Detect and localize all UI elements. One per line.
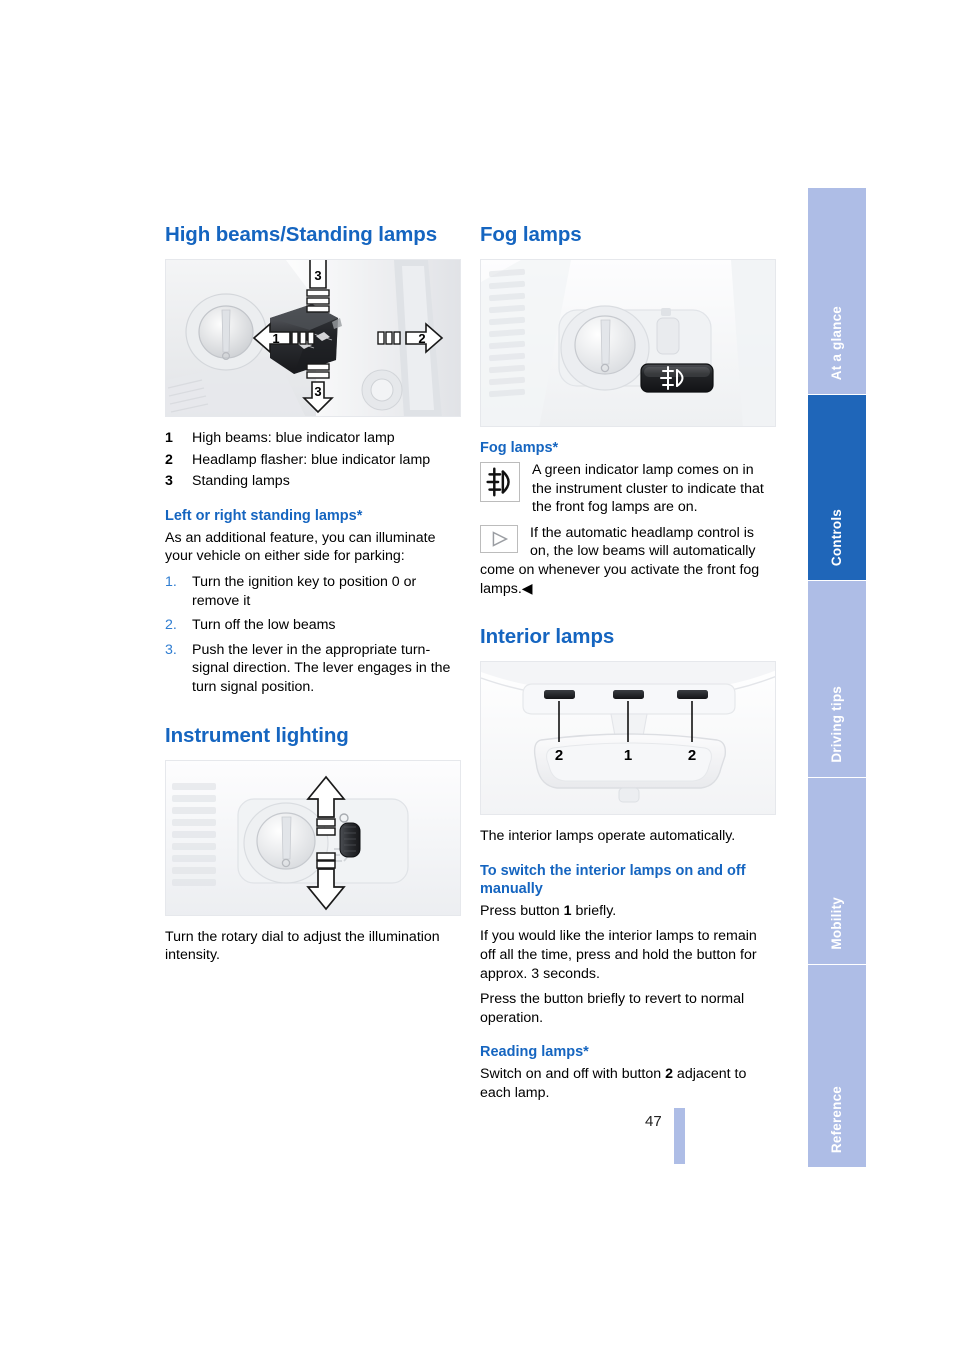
subheading-left-or-right-standing-lamps: Left or right standing lamps* [165,507,363,524]
step-number: 3. [165,641,177,658]
overhead-console-interior-lamps-illustration: 2 1 2 [481,662,775,815]
press-button-1-a: Press button [480,902,564,919]
page-number-bar [674,1108,685,1164]
callout-1-center: 1 [624,747,632,764]
step-item: 1. Turn the ignition key to position 0 o… [165,573,461,610]
step-number: 2. [165,617,177,634]
subheading-reading-lamps: Reading lamps* [480,1044,589,1061]
automatic-headlamp-tip-lead: If the automatic headlamp control is on,… [530,524,756,560]
tab-reference[interactable]: Reference [808,965,866,1167]
key-text: High beams: blue indicator lamp [192,430,395,446]
press-button-1-instruction: Press button 1 briefly. [480,902,776,921]
key-number: 3 [165,473,173,490]
tip-end-marker: ◀ [521,580,533,597]
fog-lamp-button [640,363,714,393]
tab-mobility-label: Mobility [829,897,844,950]
callout-2-right: 2 [688,747,696,764]
key-list-item: 3 Standing lamps [165,472,461,491]
step-text: Push the lever in the appropriate turn-s… [192,641,451,695]
automatic-headlamp-tip-rest: come on whenever you activate the front … [480,561,776,598]
key-number: 2 [165,451,173,468]
tab-at-a-glance-label: At a glance [829,305,844,380]
triangle-play-icon [480,524,518,553]
svg-text:3: 3 [314,384,321,399]
key-text: Standing lamps [192,473,290,490]
page-number: 47 [645,1113,662,1130]
section-heading-high-beams: High beams/Standing lamps [165,223,438,246]
tab-driving-tips[interactable]: Driving tips [808,581,866,777]
instrument-lighting-caption: Turn the rotary dial to adjust the illum… [165,928,440,964]
interior-lamps-intro: The interior lamps operate automatically… [480,828,736,845]
instrument-lighting-rotary-dial-illustration [166,760,460,915]
right-column: Fog lamps Fog lamps* A green indicator l… [480,222,776,1103]
tab-mobility[interactable]: Mobility [808,778,866,964]
key-number: 1 [165,430,173,446]
step-item: 2. Turn off the low beams [165,616,461,635]
step-text: Turn the ignition key to position 0 or r… [192,573,417,609]
steering-column-stalk-illustration: 3 3 1 2 [166,260,460,416]
section-heading-fog-lamps: Fog lamps [480,223,582,246]
svg-text:1: 1 [272,331,279,346]
key-list-item: 2 Headlamp flasher: blue indicator lamp [165,451,461,470]
fog-lamp-indicator-icon [480,462,520,502]
fog-lamp-indicator-note-text: A green indicator lamp comes on in the i… [532,462,764,516]
fog-lamps-figure [480,259,776,427]
svg-text:3: 3 [314,268,321,283]
standing-lamps-intro: As an additional feature, you can illumi… [165,529,436,565]
svg-text:2: 2 [418,331,425,346]
left-column: High beams/Standing lamps 3 3 1 2 1 High… [165,222,461,965]
step-number: 1. [165,573,177,590]
step-text: Turn off the low beams [192,617,336,634]
press-button-1-c: briefly. [571,902,617,919]
section-heading-interior-lamps: Interior lamps [480,625,615,649]
subheading-fog-lamps: Fog lamps* [480,440,559,456]
revert-instruction: Press the button briefly to revert to no… [480,991,745,1026]
tab-controls[interactable]: Controls [808,395,866,580]
standing-lamps-steps: 1. Turn the ignition key to position 0 o… [165,573,461,697]
manual-page: High beams/Standing lamps 3 3 1 2 1 High… [0,0,954,1351]
high-beams-key-list: 1 High beams: blue indicator lamp 2 Head… [165,429,461,491]
key-list-item: 1 High beams: blue indicator lamp [165,429,461,448]
interior-lamps-figure: 2 1 2 [480,661,776,816]
press-button-1-number: 1 [563,902,572,919]
callout-2-left: 2 [555,747,563,764]
section-heading-instrument-lighting: Instrument lighting [165,723,349,747]
tab-driving-tips-label: Driving tips [829,686,844,763]
high-beams-figure: 3 3 1 2 [165,259,461,417]
reading-lamps-instruction: Switch on and off with button 2 adjacent… [480,1065,776,1102]
step-item: 3. Push the lever in the appropriate tur… [165,641,461,697]
reading-lamps-number: 2 [665,1066,673,1083]
fog-lamp-switch-illustration [481,260,775,426]
section-tab-rail: At a glance Controls Driving tips Mobili… [808,188,866,1167]
tab-controls-label: Controls [829,508,844,566]
key-text: Headlamp flasher: blue indicator lamp [192,451,431,468]
tab-reference-label: Reference [829,1085,844,1153]
reading-lamps-a: Switch on and off with button [480,1066,666,1083]
lamp-buttons [544,690,708,700]
hold-button-instruction: If you would like the interior lamps to … [480,928,757,982]
automatic-headlamp-tip: If the automatic headlamp control is on,… [480,524,776,598]
subheading-switch-interior-lamps-manually: To switch the interior lamps on and off … [480,862,746,897]
tab-at-a-glance[interactable]: At a glance [808,188,866,394]
instrument-lighting-figure [165,759,461,916]
fog-lamp-indicator-note: A green indicator lamp comes on in the i… [480,461,776,517]
